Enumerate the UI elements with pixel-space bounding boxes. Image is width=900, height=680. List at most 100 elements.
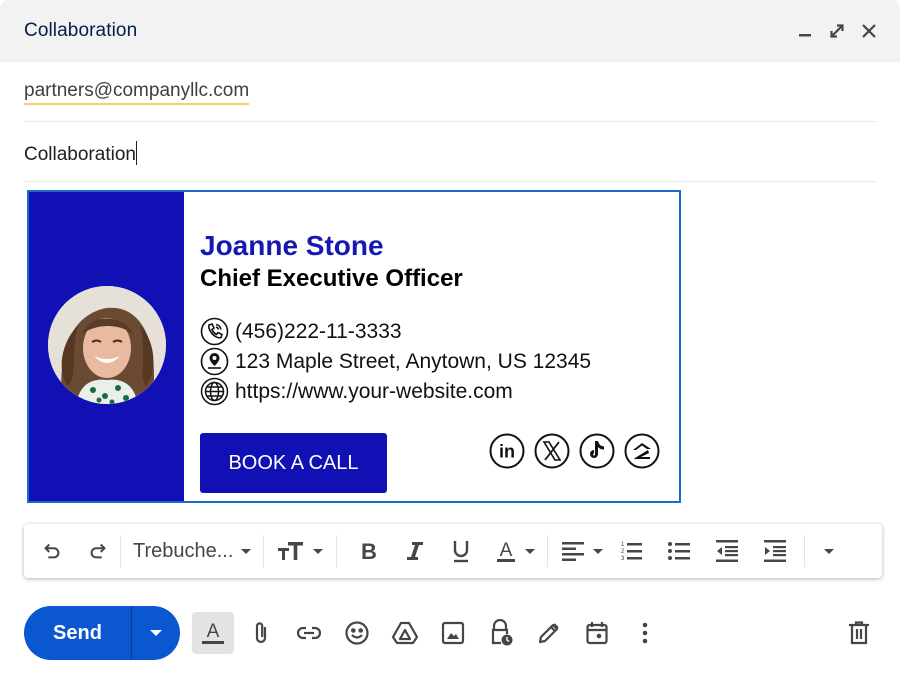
- chevron-down-icon: [313, 548, 324, 554]
- signature-phone[interactable]: (456)222-11-3333: [235, 320, 402, 344]
- bold-icon: B: [361, 540, 377, 562]
- signature-side-panel: [29, 192, 184, 501]
- undo-icon: [44, 543, 60, 559]
- align-button[interactable]: [556, 535, 608, 567]
- signature-name: Joanne Stone: [200, 230, 384, 261]
- toolbar-divider: [336, 535, 338, 567]
- compose-title: Collaboration: [24, 20, 138, 41]
- photo-icon: [441, 621, 465, 645]
- underline-icon: [454, 541, 469, 563]
- drive-icon: [391, 621, 419, 645]
- avatar: [48, 286, 166, 404]
- formatting-toolbar: Trebuche... B A 123: [24, 524, 882, 578]
- trash-icon: [849, 621, 869, 645]
- insert-drive-button[interactable]: [384, 612, 426, 654]
- signature-address-line: 123 Maple Street, Anytown, US 12345: [200, 347, 591, 376]
- svg-text:A: A: [207, 621, 220, 642]
- align-left-icon: [562, 542, 585, 561]
- insert-link-button[interactable]: [288, 612, 330, 654]
- subject-field[interactable]: Collaboration: [24, 122, 876, 182]
- send-button[interactable]: Send: [24, 606, 132, 660]
- paperclip-icon: [255, 622, 267, 644]
- schedule-button[interactable]: [576, 612, 618, 654]
- indent-more-icon: [764, 540, 787, 562]
- social-links: in: [489, 433, 660, 469]
- underline-button[interactable]: [445, 535, 477, 567]
- attach-files-button[interactable]: [240, 612, 282, 654]
- text-caret: [135, 141, 138, 165]
- window-controls: [794, 20, 880, 42]
- text-color-icon: A: [497, 540, 516, 562]
- indent-less-button[interactable]: [712, 535, 742, 567]
- chevron-down-icon: [150, 630, 162, 636]
- more-formatting-button[interactable]: [817, 535, 841, 567]
- location-pin-icon: [200, 347, 229, 376]
- redo-button[interactable]: [84, 535, 112, 567]
- signature-website-line: https://www.your-website.com: [200, 377, 513, 406]
- phone-icon: [200, 317, 229, 346]
- undo-button[interactable]: [38, 535, 66, 567]
- subject-value: Collaboration: [24, 144, 136, 165]
- signature-role: Chief Executive Officer: [200, 265, 463, 292]
- compose-action-bar: Send A: [24, 606, 876, 660]
- full-screen-icon[interactable]: [826, 20, 848, 42]
- emoji-icon: [345, 621, 369, 645]
- toolbar-divider: [547, 535, 549, 567]
- more-vert-icon: [642, 622, 648, 644]
- toolbar-divider: [804, 535, 806, 567]
- chevron-down-icon: [824, 548, 835, 554]
- linkedin-icon[interactable]: in: [489, 433, 525, 469]
- close-icon[interactable]: [858, 20, 880, 42]
- svg-text:B: B: [361, 540, 377, 562]
- confidential-mode-button[interactable]: [480, 612, 522, 654]
- text-size-icon: [278, 542, 304, 560]
- zillow-icon[interactable]: [624, 433, 660, 469]
- svg-text:A: A: [500, 540, 513, 561]
- insert-emoji-button[interactable]: [336, 612, 378, 654]
- recipient-chip[interactable]: partners@companyllc.com: [24, 80, 250, 105]
- pen-icon: [538, 623, 559, 644]
- italic-icon: [407, 542, 424, 560]
- font-family-value: Trebuche...: [133, 539, 234, 562]
- lock-clock-icon: [491, 619, 513, 646]
- numbered-list-icon: 123: [621, 542, 643, 562]
- email-signature: Joanne Stone Chief Executive Officer (45…: [27, 190, 681, 503]
- formatting-options-button[interactable]: A: [192, 612, 234, 654]
- font-family-select[interactable]: Trebuche...: [129, 535, 255, 567]
- chevron-down-icon: [525, 548, 536, 554]
- signature-website[interactable]: https://www.your-website.com: [235, 380, 513, 404]
- italic-button[interactable]: [399, 535, 431, 567]
- link-icon: [296, 626, 322, 640]
- svg-text:2: 2: [621, 549, 625, 555]
- discard-draft-button[interactable]: [842, 616, 876, 650]
- indent-less-icon: [716, 540, 739, 562]
- calendar-icon: [586, 622, 608, 645]
- bulleted-list-icon: [668, 542, 691, 560]
- minimize-icon[interactable]: [794, 20, 816, 42]
- insert-photo-button[interactable]: [432, 612, 474, 654]
- x-twitter-icon[interactable]: [534, 433, 570, 469]
- redo-icon: [90, 543, 106, 559]
- to-field[interactable]: partners@companyllc.com: [24, 62, 876, 122]
- toolbar-divider: [120, 535, 121, 567]
- numbered-list-button[interactable]: 123: [616, 535, 646, 567]
- text-color-button[interactable]: A: [491, 535, 539, 567]
- bulleted-list-button[interactable]: [664, 535, 694, 567]
- toolbar-divider: [263, 535, 265, 567]
- compose-title-bar[interactable]: Collaboration: [0, 0, 900, 62]
- text-size-button[interactable]: [272, 535, 328, 567]
- book-a-call-button[interactable]: BOOK A CALL: [200, 433, 387, 493]
- chevron-down-icon: [241, 548, 252, 554]
- chevron-down-icon: [593, 548, 604, 554]
- globe-icon: [200, 377, 229, 406]
- insert-signature-button[interactable]: [528, 612, 570, 654]
- more-options-button[interactable]: [624, 612, 666, 654]
- subject-input[interactable]: Collaboration: [24, 141, 138, 166]
- signature-phone-line: (456)222-11-3333: [200, 317, 402, 346]
- indent-more-button[interactable]: [760, 535, 790, 567]
- svg-text:in: in: [499, 442, 515, 462]
- tiktok-icon[interactable]: [579, 433, 615, 469]
- svg-text:3: 3: [621, 556, 625, 562]
- send-options-button[interactable]: [132, 606, 180, 660]
- bold-button[interactable]: B: [353, 535, 385, 567]
